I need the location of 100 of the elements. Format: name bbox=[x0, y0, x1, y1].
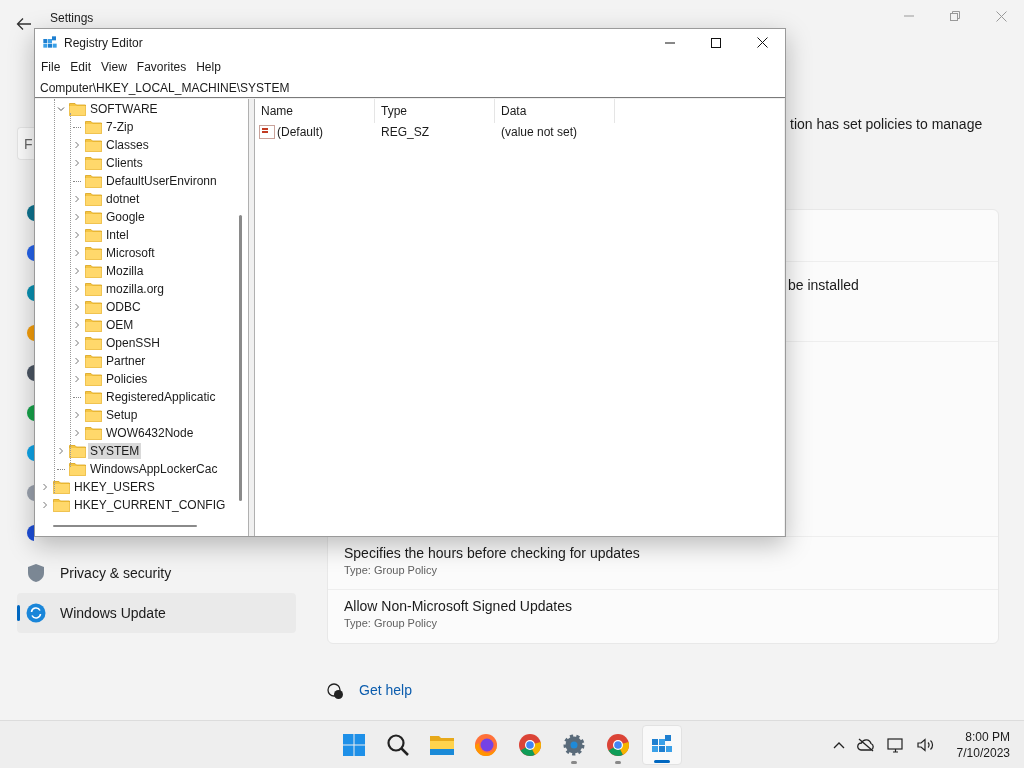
expand-chevron-icon[interactable] bbox=[57, 447, 65, 455]
restore-icon bbox=[950, 11, 960, 21]
folder-icon bbox=[85, 282, 102, 296]
column-header[interactable]: Name bbox=[255, 99, 375, 123]
expand-chevron-icon[interactable] bbox=[73, 357, 81, 365]
folder-icon bbox=[85, 120, 102, 134]
category-icon[interactable] bbox=[26, 284, 34, 302]
maximize-icon bbox=[711, 37, 721, 48]
policy-title: Specifies the hours before checking for updates bbox=[344, 544, 641, 562]
sidebar-item[interactable]: Privacy & security bbox=[17, 553, 296, 593]
shield-icon bbox=[26, 563, 46, 583]
category-icon[interactable] bbox=[26, 364, 34, 382]
category-icon[interactable] bbox=[26, 524, 34, 542]
tree-item[interactable]: Intel bbox=[104, 227, 131, 243]
tree-item[interactable]: OEM bbox=[104, 317, 136, 333]
collapse-chevron-icon[interactable] bbox=[57, 105, 65, 113]
expand-chevron-icon[interactable] bbox=[73, 411, 81, 419]
expand-chevron-icon[interactable] bbox=[41, 483, 49, 491]
tree-connector bbox=[73, 396, 81, 398]
tree-item[interactable]: 7-Zip bbox=[104, 119, 136, 135]
expand-chevron-icon[interactable] bbox=[73, 429, 81, 437]
menu-item[interactable]: Favorites bbox=[131, 58, 192, 76]
windows-logo-icon bbox=[342, 732, 366, 757]
expand-chevron-icon[interactable] bbox=[73, 321, 81, 329]
category-icon[interactable] bbox=[26, 404, 34, 422]
gear-icon bbox=[562, 732, 586, 757]
tree-item[interactable]: SYSTEM bbox=[88, 443, 142, 459]
volume-icon[interactable] bbox=[916, 737, 935, 752]
expand-chevron-icon[interactable] bbox=[73, 285, 81, 293]
expand-chevron-icon[interactable] bbox=[73, 267, 81, 275]
tree-item[interactable]: Clients bbox=[104, 155, 145, 171]
registry-cubes-icon bbox=[42, 34, 58, 51]
expand-chevron-icon[interactable] bbox=[41, 501, 49, 509]
policy-notice: tion has set policies to manage bbox=[790, 115, 984, 134]
tree-item[interactable]: ODBC bbox=[104, 299, 143, 315]
tree-item[interactable]: Microsoft bbox=[104, 245, 157, 261]
tree-item[interactable]: HKEY_CURRENT_CONFIG bbox=[72, 497, 228, 513]
close-icon bbox=[995, 10, 1007, 22]
address-bar[interactable]: Computer\HKEY_LOCAL_MACHINE\SYSTEM bbox=[35, 78, 785, 98]
expand-chevron-icon[interactable] bbox=[73, 213, 81, 221]
chevron-up-icon[interactable] bbox=[832, 740, 845, 749]
menu-item[interactable]: Edit bbox=[65, 58, 97, 76]
cloud-off-icon[interactable] bbox=[856, 737, 875, 752]
policy-type: Type: Group Policy bbox=[344, 616, 438, 631]
expand-chevron-icon[interactable] bbox=[73, 339, 81, 347]
folder-icon bbox=[85, 192, 102, 206]
category-icon[interactable] bbox=[26, 244, 34, 262]
tree-item[interactable]: Partner bbox=[104, 353, 148, 369]
folder-icon bbox=[85, 426, 102, 440]
folder-icon bbox=[85, 246, 102, 260]
menu-item[interactable]: File bbox=[36, 58, 66, 76]
folder-icon bbox=[85, 318, 102, 332]
tree-item[interactable]: Classes bbox=[104, 137, 151, 153]
tree-item[interactable]: dotnet bbox=[104, 191, 142, 207]
sidebar-item[interactable]: Windows Update bbox=[17, 593, 296, 633]
column-header[interactable]: Type bbox=[375, 99, 495, 123]
folder-icon bbox=[85, 408, 102, 422]
browser-icon bbox=[518, 732, 542, 757]
tree-item[interactable]: mozilla.org bbox=[104, 281, 167, 297]
vertical-scrollbar[interactable] bbox=[239, 215, 242, 501]
menu-item[interactable]: View bbox=[96, 58, 132, 76]
folder-icon bbox=[85, 228, 102, 242]
tree-item[interactable]: Google bbox=[104, 209, 147, 225]
folder-icon bbox=[85, 156, 102, 170]
tree-item[interactable]: DefaultUserEnvironn bbox=[104, 173, 219, 189]
back-arrow-icon[interactable] bbox=[16, 17, 32, 31]
get-help-link[interactable]: Get help bbox=[359, 680, 412, 701]
clock-time[interactable]: 8:00 PM bbox=[965, 728, 1010, 745]
close-icon bbox=[756, 37, 768, 48]
expand-chevron-icon[interactable] bbox=[73, 141, 81, 149]
clock-date[interactable]: 7/10/2023 bbox=[956, 744, 1010, 761]
column-header[interactable]: Data bbox=[495, 99, 615, 123]
tree-item[interactable]: WOW6432Node bbox=[104, 425, 196, 441]
tree-item[interactable]: SOFTWARE bbox=[88, 101, 160, 117]
expand-chevron-icon[interactable] bbox=[73, 231, 81, 239]
category-icon[interactable] bbox=[26, 204, 34, 222]
search-field[interactable]: F bbox=[17, 127, 34, 160]
tree-item[interactable]: Mozilla bbox=[104, 263, 146, 279]
table-cell-text: (Default) bbox=[277, 124, 323, 141]
tree-item[interactable]: Setup bbox=[104, 407, 140, 423]
tree-item[interactable]: WindowsAppLockerCac bbox=[88, 461, 220, 477]
folder-icon bbox=[85, 174, 102, 188]
expand-chevron-icon[interactable] bbox=[73, 195, 81, 203]
tree-item[interactable]: OpenSSH bbox=[104, 335, 163, 351]
expand-chevron-icon[interactable] bbox=[73, 249, 81, 257]
folder-icon bbox=[69, 444, 86, 458]
tree-item[interactable]: HKEY_USERS bbox=[72, 479, 157, 495]
browser-icon bbox=[606, 732, 630, 757]
menu-item[interactable]: Help bbox=[191, 58, 226, 76]
horizontal-scrollbar[interactable] bbox=[53, 525, 197, 527]
folder-icon bbox=[53, 480, 70, 494]
policy-title: Allow Non-Microsoft Signed Updates bbox=[344, 597, 573, 615]
folder-icon bbox=[85, 390, 102, 404]
search-icon bbox=[386, 732, 410, 757]
tree-item[interactable]: RegisteredApplicatic bbox=[104, 389, 218, 405]
expand-chevron-icon[interactable] bbox=[73, 303, 81, 311]
selection-indicator bbox=[17, 605, 20, 621]
expand-chevron-icon[interactable] bbox=[73, 159, 81, 167]
expand-chevron-icon[interactable] bbox=[73, 375, 81, 383]
tree-item[interactable]: Policies bbox=[104, 371, 150, 387]
